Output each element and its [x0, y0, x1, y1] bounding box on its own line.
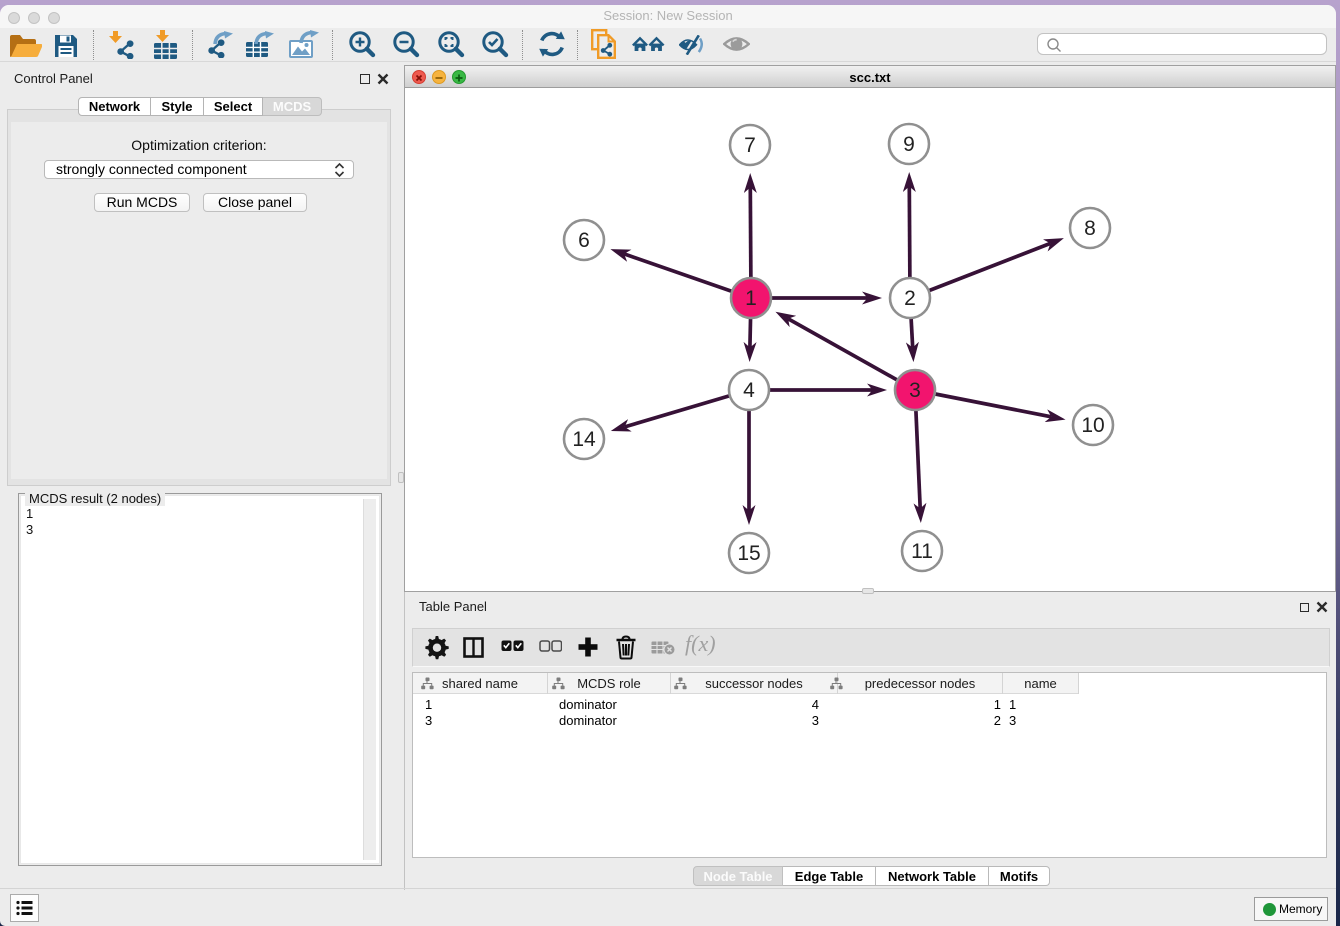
- svg-text:3: 3: [909, 379, 921, 402]
- svg-text:14: 14: [572, 428, 596, 451]
- svg-text:9: 9: [903, 133, 915, 156]
- svg-text:4: 4: [743, 379, 755, 402]
- svg-text:2: 2: [904, 287, 916, 310]
- svg-text:1: 1: [745, 287, 757, 310]
- svg-text:10: 10: [1081, 414, 1104, 437]
- svg-text:8: 8: [1084, 217, 1096, 240]
- svg-text:7: 7: [744, 134, 756, 157]
- svg-text:15: 15: [737, 542, 760, 565]
- svg-text:6: 6: [578, 229, 590, 252]
- svg-text:11: 11: [911, 540, 933, 563]
